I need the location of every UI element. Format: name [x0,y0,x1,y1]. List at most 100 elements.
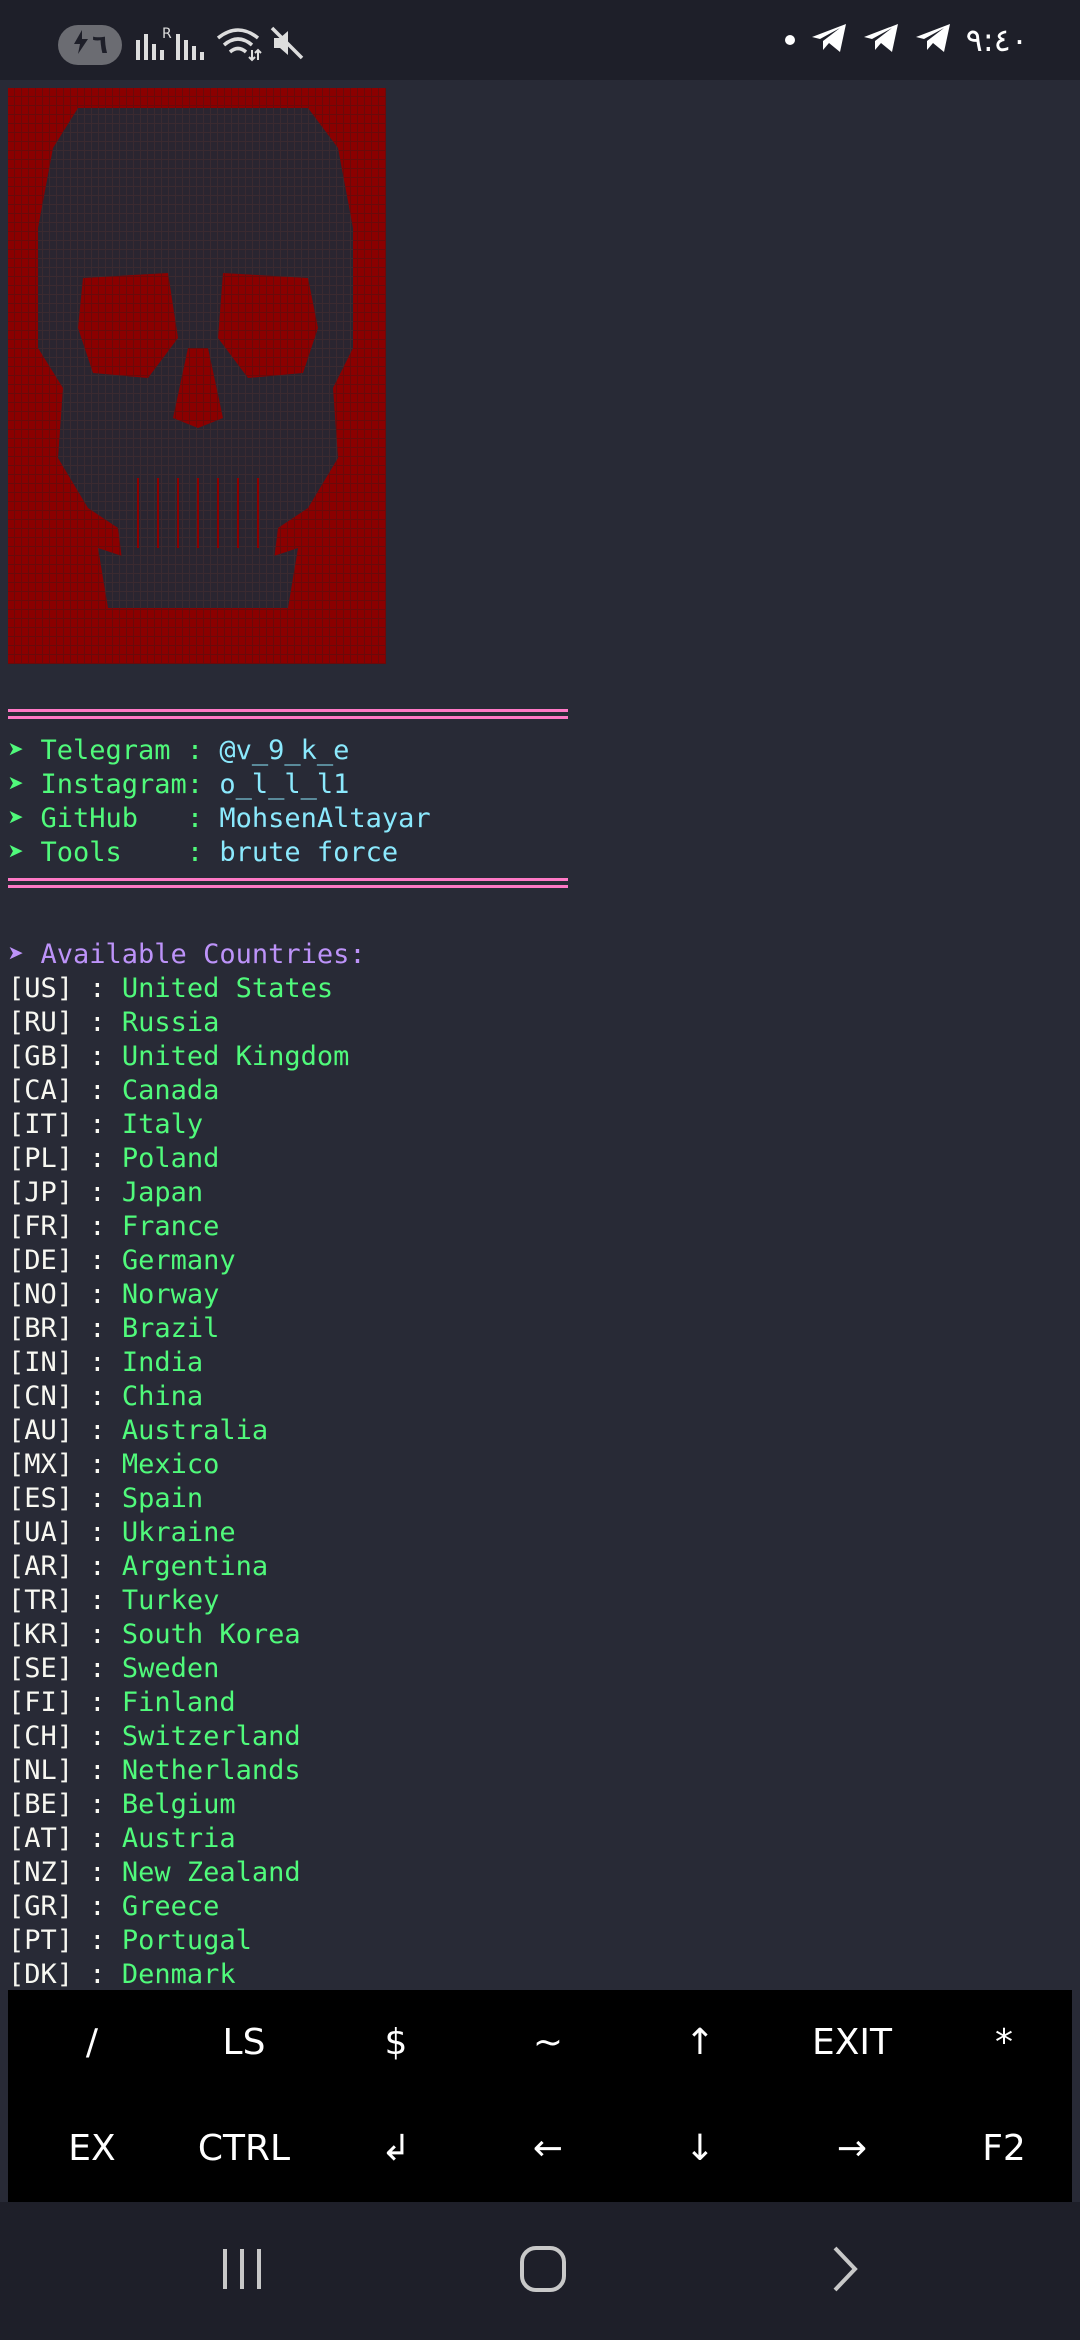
info-label: GitHub : [40,803,220,834]
country-name: Mexico [121,1449,220,1480]
back-button[interactable] [785,2202,905,2340]
country-line: [US] : United States [8,972,333,1006]
info-value: o_l_l_l1 [219,769,350,800]
country-line: [PL] : Poland [8,1142,219,1176]
country-name: Denmark [121,1959,236,1990]
country-name: Sweden [121,1653,220,1684]
key-left[interactable]: ← [472,2096,624,2200]
country-code: [DE] [8,1245,74,1276]
prompt-arrow-icon: ➤ [8,769,41,800]
country-separator: : [73,1211,122,1242]
key-dollar[interactable]: $ [320,1990,472,2094]
country-name: Austria [121,1823,236,1854]
country-name: Argentina [121,1551,269,1582]
telegram-icon [914,22,952,58]
key-exit[interactable]: EXIT [776,1990,928,2094]
country-line: [NZ] : New Zealand [8,1856,301,1890]
home-button[interactable] [483,2202,603,2340]
country-name: Japan [121,1177,204,1208]
mute-icon [270,26,306,64]
country-separator: : [73,1483,122,1514]
key-ex[interactable]: EX [16,2096,168,2200]
country-line: [PT] : Portugal [8,1924,252,1958]
country-name: South Korea [121,1619,301,1650]
country-separator: : [73,1449,122,1480]
key-up[interactable]: ↑ [624,1990,776,2094]
key-slash[interactable]: / [16,1990,168,2094]
key-ctrl[interactable]: CTRL [168,2096,320,2200]
key-asterisk[interactable]: * [928,1990,1080,2094]
country-name: Brazil [121,1313,220,1344]
key-ls[interactable]: LS [168,1990,320,2094]
country-separator: : [73,1687,122,1718]
country-line: [UA] : Ukraine [8,1516,236,1550]
terminal-output[interactable]: ➤ Telegram : @v_9_k_e ➤ Instagram: o_l_l… [0,80,1080,1990]
country-separator: : [73,1653,122,1684]
country-separator: : [73,1381,122,1412]
country-name: Netherlands [121,1755,301,1786]
info-telegram: ➤ Telegram : @v_9_k_e [8,734,349,768]
country-code: [NZ] [8,1857,74,1888]
svg-text:R: R [162,26,172,42]
countries-header-text: Available Countries: [40,939,366,970]
country-separator: : [73,1789,122,1820]
key-f2[interactable]: F2 [928,2096,1080,2200]
country-separator: : [73,1925,122,1956]
country-line: [MX] : Mexico [8,1448,219,1482]
country-line: [RU] : Russia [8,1006,219,1040]
country-line: [ES] : Spain [8,1482,203,1516]
country-separator: : [73,1313,122,1344]
country-code: [NO] [8,1279,74,1310]
country-name: United States [121,973,334,1004]
country-name: Spain [121,1483,204,1514]
info-instagram: ➤ Instagram: o_l_l_l1 [8,768,349,802]
telegram-icon [862,22,900,58]
country-name: Russia [121,1007,220,1038]
info-label: Instagram: [40,769,220,800]
country-code: [AU] [8,1415,74,1446]
key-enter[interactable]: ↲ [320,2096,472,2200]
key-tilde[interactable]: ~ [472,1990,624,2094]
recents-button[interactable] [182,2202,302,2340]
info-label: Tools : [40,837,220,868]
info-value: @v_9_k_e [219,735,350,766]
country-name: Canada [121,1075,220,1106]
country-separator: : [73,1109,122,1140]
country-name: India [121,1347,204,1378]
country-separator: : [73,1721,122,1752]
country-line: [DK] : Denmark [8,1958,236,1990]
signal-icon [176,26,212,64]
country-name: New Zealand [121,1857,301,1888]
country-code: [ES] [8,1483,74,1514]
country-line: [TR] : Turkey [8,1584,219,1618]
key-right[interactable]: → [776,2096,928,2200]
country-code: [KR] [8,1619,74,1650]
country-code: [BR] [8,1313,74,1344]
country-separator: : [73,1347,122,1378]
prompt-arrow-icon: ➤ [8,803,41,834]
country-separator: : [73,1007,122,1038]
prompt-arrow-icon: ➤ [8,735,41,766]
signal-r-icon: R [136,26,176,64]
country-line: [AR] : Argentina [8,1550,268,1584]
separator-line [8,709,568,719]
country-code: [JP] [8,1177,74,1208]
country-name: United Kingdom [121,1041,350,1072]
country-name: France [121,1211,220,1242]
country-code: [AR] [8,1551,74,1582]
info-value: brute force [219,837,399,868]
country-code: [UA] [8,1517,74,1548]
country-line: [FR] : France [8,1210,219,1244]
country-separator: : [73,1245,122,1276]
dot-icon [784,31,796,50]
countries-header: ➤ Available Countries: [8,938,366,972]
country-separator: : [73,1075,122,1106]
country-name: Australia [121,1415,269,1446]
country-separator: : [73,1891,122,1922]
key-down[interactable]: ↓ [624,2096,776,2200]
country-line: [DE] : Germany [8,1244,236,1278]
country-line: [CH] : Switzerland [8,1720,301,1754]
country-name: Finland [121,1687,236,1718]
country-name: Germany [121,1245,236,1276]
country-code: [TR] [8,1585,74,1616]
